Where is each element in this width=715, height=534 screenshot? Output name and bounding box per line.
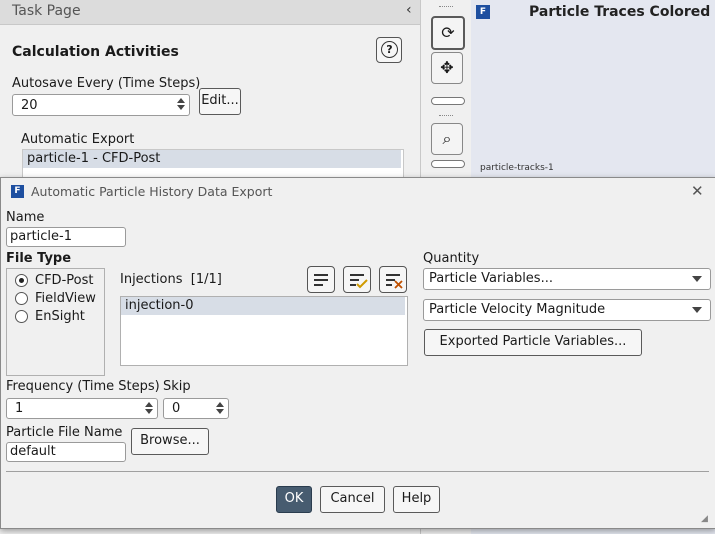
radio-button[interactable] [15,292,28,305]
frequency-stepper[interactable]: 1 [6,398,158,419]
injections-label-text: Injections [120,272,183,287]
particle-file-name-value: default [10,444,56,459]
quantity-dropdown[interactable]: Particle Variables... [423,268,711,290]
chevron-up-icon[interactable] [177,98,185,103]
chevron-up-icon[interactable] [216,402,224,407]
stepper-arrows[interactable] [215,400,225,416]
toolbar-expand-handle[interactable] [431,97,465,105]
zoom-button[interactable]: ⌕ [431,123,463,155]
radio-button[interactable] [15,274,28,287]
task-page-title: Task Page [12,3,81,19]
radio-label: FieldView [35,291,96,306]
skip-label: Skip [163,379,191,394]
autosave-stepper[interactable]: 20 [12,94,190,116]
file-type-label: File Type [6,251,72,266]
fluent-logo-icon: F [11,185,24,198]
stepper-arrows[interactable] [176,96,186,112]
close-icon[interactable]: ✕ [691,182,704,200]
injections-count: [1/1] [190,272,222,287]
toolbar-grip[interactable] [439,6,453,11]
list-item-label: injection-0 [125,298,194,313]
graphics-subtitle: particle-tracks-1 [480,163,554,173]
section-heading: Calculation Activities [12,44,179,60]
browse-button[interactable]: Browse... [131,428,209,455]
dialog-title: Automatic Particle History Data Export [31,184,273,199]
injections-list[interactable]: injection-0 [120,296,408,366]
select-checked-button[interactable] [343,266,371,293]
toolbar-expand-handle[interactable] [431,160,465,168]
quantity-value: Particle Variables... [429,271,553,286]
particle-file-name-label: Particle File Name [6,425,123,440]
injections-label: Injections [1/1] [120,272,222,287]
autosave-value: 20 [21,98,38,113]
autosave-label: Autosave Every (Time Steps) [12,76,201,91]
name-value: particle-1 [10,229,72,244]
variable-dropdown[interactable]: Particle Velocity Magnitude [423,299,711,321]
help-button[interactable]: ? [376,37,402,63]
graphics-title: Particle Traces Colored b [529,4,715,20]
chevron-down-icon[interactable] [145,409,153,414]
chevron-down-icon[interactable] [177,105,185,110]
name-label: Name [6,210,45,225]
quantity-label: Quantity [423,251,480,266]
check-icon [356,279,368,289]
variable-value: Particle Velocity Magnitude [429,302,606,317]
deselect-all-button[interactable] [379,266,407,293]
radio-label: EnSight [35,309,85,324]
pan-icon: ✥ [440,58,454,77]
task-page-header: Task Page ‹ [0,0,420,25]
frequency-label: Frequency (Time Steps) [6,379,160,394]
chevron-up-icon[interactable] [145,402,153,407]
cancel-button[interactable]: Cancel [320,486,385,513]
rotate-button[interactable]: ⟳ [431,16,465,50]
particle-export-dialog: F Automatic Particle History Data Export… [0,177,715,529]
list-item[interactable]: injection-0 [121,297,405,315]
radio-label: CFD-Post [35,273,94,288]
chevron-down-icon[interactable] [216,409,224,414]
pan-button[interactable]: ✥ [431,52,463,84]
automatic-export-label: Automatic Export [21,132,135,147]
fluent-logo-icon: F [476,5,490,19]
list-item[interactable]: particle-1 - CFD-Post [23,150,401,168]
edit-button[interactable]: Edit... [199,88,241,115]
rotate-icon: ⟳ [441,23,455,42]
skip-stepper[interactable]: 0 [163,398,229,419]
exported-particle-variables-button[interactable]: Exported Particle Variables... [424,329,642,356]
chevron-down-icon [692,307,702,313]
radio-button[interactable] [15,310,28,323]
help-button[interactable]: Help [393,486,440,513]
toolbar-grip[interactable] [439,115,453,120]
collapse-icon[interactable]: ‹ [406,2,412,18]
particle-file-name-field[interactable]: default [6,442,126,462]
resize-grip-icon[interactable]: ◢ [701,514,708,524]
stepper-arrows[interactable] [144,400,154,416]
skip-value: 0 [172,401,181,416]
divider [6,471,709,472]
chevron-down-icon [692,276,702,282]
ok-button[interactable]: OK [276,486,312,513]
select-all-button[interactable] [307,266,335,293]
x-icon [394,280,403,289]
help-icon: ? [381,41,398,58]
zoom-icon: ⌕ [442,129,452,148]
frequency-value: 1 [15,401,24,416]
list-icon [314,274,328,289]
file-type-group: CFD-Post FieldView EnSight [6,268,105,376]
name-field[interactable]: particle-1 [6,227,126,247]
list-item-label: particle-1 - CFD-Post [27,151,161,166]
